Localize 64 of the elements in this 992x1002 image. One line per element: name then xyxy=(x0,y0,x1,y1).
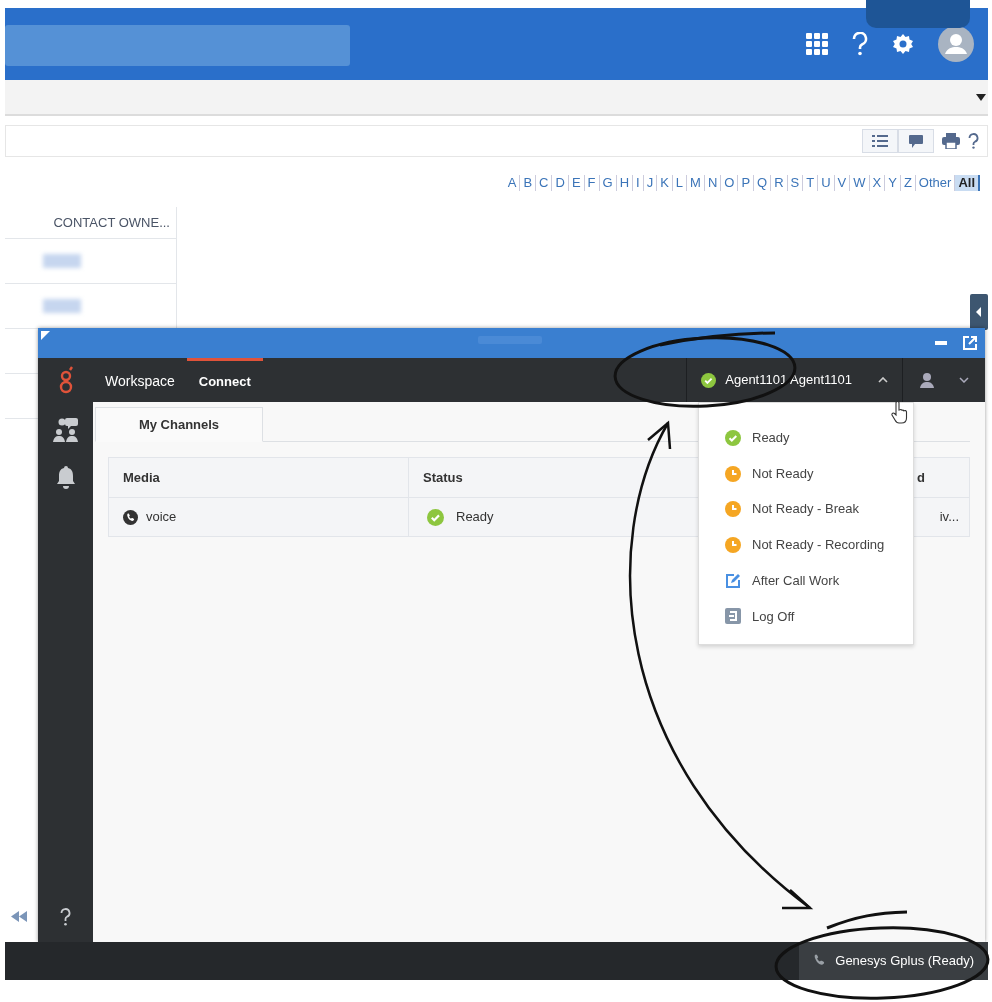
letter-filter-link[interactable]: Z xyxy=(900,175,916,191)
nav-tab[interactable]: Workspace xyxy=(93,358,187,402)
letter-filter-link[interactable]: K xyxy=(657,175,673,191)
letter-filter-link[interactable]: H xyxy=(616,175,633,191)
table-cell-text: Ready xyxy=(456,508,494,527)
letter-filter-link[interactable]: S xyxy=(787,175,804,191)
letter-filter-link[interactable]: T xyxy=(803,175,819,191)
letter-filter-link[interactable]: All xyxy=(955,175,980,191)
status-menu-item[interactable]: Not Ready - Recording xyxy=(699,527,913,563)
letter-filter-link[interactable]: R xyxy=(771,175,788,191)
list-icon xyxy=(872,135,888,147)
letter-filter-link[interactable]: J xyxy=(643,175,658,191)
phone-icon xyxy=(123,509,138,525)
gplus-status-button[interactable]: Genesys Gplus (Ready) xyxy=(799,942,988,980)
letter-filter-link[interactable]: B xyxy=(520,175,537,191)
chevron-down-icon[interactable] xyxy=(959,377,969,383)
column-header[interactable]: Media xyxy=(109,458,409,497)
letter-filter-link[interactable]: E xyxy=(568,175,585,191)
tab[interactable]: My Channels xyxy=(95,407,263,442)
corner-icon xyxy=(41,331,50,340)
status-menu-item[interactable]: Log Off xyxy=(699,598,913,635)
blurred-text xyxy=(43,254,81,268)
print-icon[interactable] xyxy=(942,133,960,149)
settings-icon[interactable] xyxy=(892,33,914,55)
collapse-icon[interactable] xyxy=(11,911,27,922)
letter-filter-link[interactable]: U xyxy=(818,175,835,191)
help-icon[interactable] xyxy=(60,908,71,926)
letter-filter-link[interactable]: V xyxy=(834,175,851,191)
letter-filter-link[interactable]: L xyxy=(672,175,688,191)
letter-filter-link[interactable]: W xyxy=(850,175,870,191)
search-field[interactable] xyxy=(5,25,350,66)
letter-filter-link[interactable]: M xyxy=(687,175,705,191)
letter-filter-link[interactable]: N xyxy=(704,175,722,191)
status-menu-item[interactable]: Ready xyxy=(699,420,913,456)
feed-view-button[interactable] xyxy=(898,129,934,153)
logo-icon xyxy=(58,366,73,394)
comment-icon xyxy=(909,134,923,148)
letter-filter-link[interactable]: X xyxy=(869,175,886,191)
team-icon[interactable] xyxy=(52,418,79,442)
letter-filter-link[interactable]: G xyxy=(599,175,617,191)
blurred-text xyxy=(43,299,81,313)
letter-filter-link[interactable]: A xyxy=(504,175,521,191)
pop-out-icon[interactable] xyxy=(963,336,977,350)
table-cell-text: iv... xyxy=(939,508,959,527)
list-view-button[interactable] xyxy=(862,129,898,153)
column-header[interactable]: CONTACT OWNE... xyxy=(5,207,176,239)
letter-filter-link[interactable]: P xyxy=(738,175,755,191)
letter-filter-link[interactable]: F xyxy=(584,175,600,191)
letter-filter-link[interactable]: O xyxy=(721,175,739,191)
help-icon[interactable] xyxy=(968,133,979,149)
table-cell-text: voice xyxy=(146,508,177,527)
collapse-tab-icon[interactable] xyxy=(970,294,988,330)
agent-icon[interactable] xyxy=(919,372,935,388)
letter-filter-link[interactable]: Y xyxy=(885,175,901,191)
status-menu-item[interactable]: After Call Work xyxy=(699,562,913,599)
avatar-icon[interactable] xyxy=(938,26,974,62)
app-launcher-icon[interactable] xyxy=(806,33,828,55)
letter-filter-link[interactable]: D xyxy=(552,175,569,191)
help-icon[interactable] xyxy=(852,32,868,56)
letter-filter-link[interactable]: Q xyxy=(754,175,772,191)
dropdown-caret-icon[interactable] xyxy=(976,93,986,101)
letter-filter-link[interactable]: C xyxy=(536,175,553,191)
letter-filter-link[interactable]: I xyxy=(633,175,644,191)
notification-bell-icon[interactable] xyxy=(56,466,75,490)
